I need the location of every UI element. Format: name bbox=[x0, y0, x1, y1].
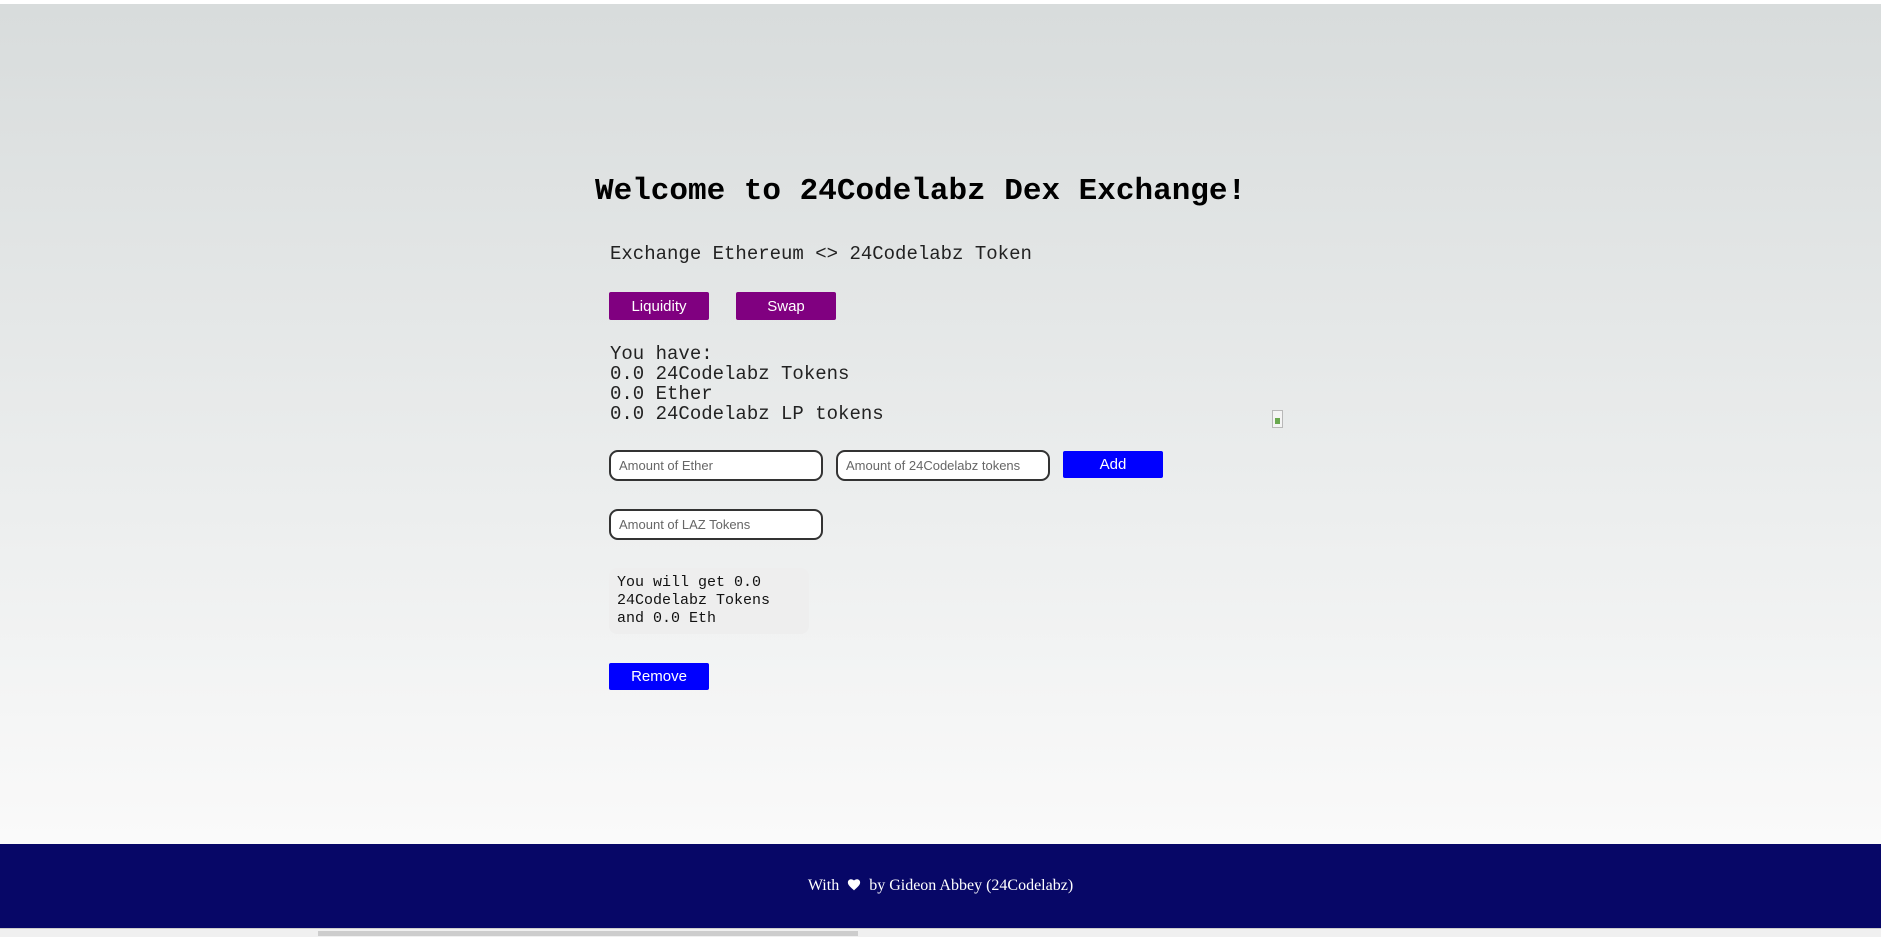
token-amount-input[interactable] bbox=[836, 450, 1050, 481]
footer: With by Gideon Abbey (24Codelabz) bbox=[0, 844, 1881, 928]
balances-intro: You have: bbox=[610, 343, 713, 365]
footer-credit: With by Gideon Abbey (24Codelabz) bbox=[0, 877, 1881, 896]
add-liquidity-button[interactable]: Add bbox=[1063, 451, 1163, 478]
remove-liquidity-button[interactable]: Remove bbox=[609, 663, 709, 690]
ether-balance: 0.0 Ether bbox=[610, 383, 713, 405]
lp-token-balance: 0.0 24Codelabz LP tokens bbox=[610, 403, 884, 425]
scrollbar-thumb[interactable] bbox=[318, 931, 858, 936]
page-title: Welcome to 24Codelabz Dex Exchange! bbox=[595, 174, 1247, 209]
broken-image-icon bbox=[1272, 410, 1283, 428]
footer-prefix: With bbox=[807, 877, 840, 894]
laz-amount-input[interactable] bbox=[609, 509, 823, 540]
balances-panel: You have: 0.0 24Codelabz Tokens 0.0 Ethe… bbox=[610, 344, 884, 424]
token-balance: 0.0 24Codelabz Tokens bbox=[610, 363, 850, 385]
horizontal-scrollbar[interactable] bbox=[0, 928, 1881, 937]
heart-icon bbox=[847, 878, 861, 896]
liquidity-tab-button[interactable]: Liquidity bbox=[609, 292, 709, 320]
footer-suffix: by Gideon Abbey (24Codelabz) bbox=[869, 877, 1074, 894]
ether-amount-input[interactable] bbox=[609, 450, 823, 481]
main-content bbox=[0, 4, 1881, 844]
swap-tab-button[interactable]: Swap bbox=[736, 292, 836, 320]
remove-estimate-text: You will get 0.0 24Codelabz Tokens and 0… bbox=[609, 568, 809, 634]
page-subtitle: Exchange Ethereum <> 24Codelabz Token bbox=[610, 243, 1032, 265]
